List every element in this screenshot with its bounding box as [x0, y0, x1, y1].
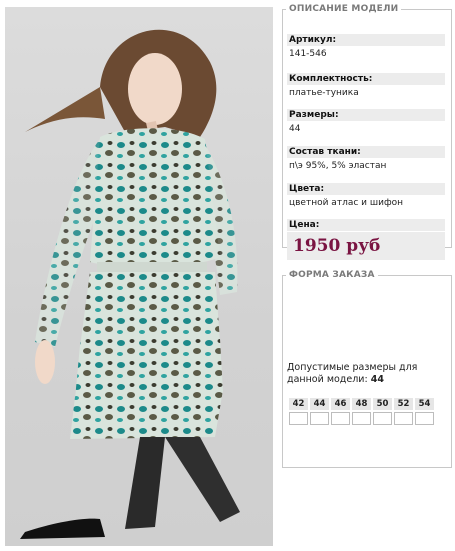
- size-header-48: 48: [352, 398, 371, 410]
- product-photo[interactable]: [5, 7, 273, 546]
- set-value: платье-туника: [289, 88, 359, 98]
- article-value: 141-546: [289, 49, 327, 59]
- size-table: 42 44 46 48 50 52 54: [287, 396, 436, 427]
- size-header-52: 52: [394, 398, 413, 410]
- size-header-42: 42: [289, 398, 308, 410]
- size-quantity-input-48[interactable]: [352, 412, 371, 425]
- size-quantity-input-52[interactable]: [394, 412, 413, 425]
- price-label: Цена:: [287, 219, 445, 231]
- model-description-panel: ОПИСАНИЕ МОДЕЛИ Артикул: 141-546 Комплек…: [282, 4, 452, 260]
- fabric-value: п\э 95%, 5% эластан: [289, 161, 387, 171]
- model-illustration: [20, 29, 240, 539]
- set-label: Комплектность:: [287, 73, 445, 85]
- sizes-label: Размеры:: [287, 109, 445, 121]
- allowed-sizes-label: Допустимые размеры для данной модели:: [287, 362, 418, 385]
- colors-value: цветной атлас и шифон: [289, 198, 404, 208]
- allowed-sizes-text: Допустимые размеры для данной модели: 44: [287, 362, 447, 386]
- size-quantity-input-50[interactable]: [373, 412, 392, 425]
- size-header-54: 54: [415, 398, 434, 410]
- order-form-panel: ФОРМА ЗАКАЗА Допустимые размеры для данн…: [282, 270, 452, 468]
- price-box: 1950 руб: [287, 232, 445, 260]
- sizes-value: 44: [289, 124, 301, 134]
- size-quantity-input-44[interactable]: [310, 412, 329, 425]
- size-header-44: 44: [310, 398, 329, 410]
- size-quantity-input-42[interactable]: [289, 412, 308, 425]
- size-quantity-input-54[interactable]: [415, 412, 434, 425]
- colors-label: Цвета:: [287, 183, 445, 195]
- order-legend: ФОРМА ЗАКАЗА: [289, 270, 375, 280]
- fabric-label: Состав ткани:: [287, 146, 445, 158]
- size-quantity-input-46[interactable]: [331, 412, 350, 425]
- article-label: Артикул:: [287, 34, 445, 46]
- size-header-50: 50: [373, 398, 392, 410]
- description-legend: ОПИСАНИЕ МОДЕЛИ: [289, 4, 399, 14]
- size-header-46: 46: [331, 398, 350, 410]
- allowed-sizes-value: 44: [370, 374, 384, 385]
- price-value: 1950 руб: [293, 236, 381, 256]
